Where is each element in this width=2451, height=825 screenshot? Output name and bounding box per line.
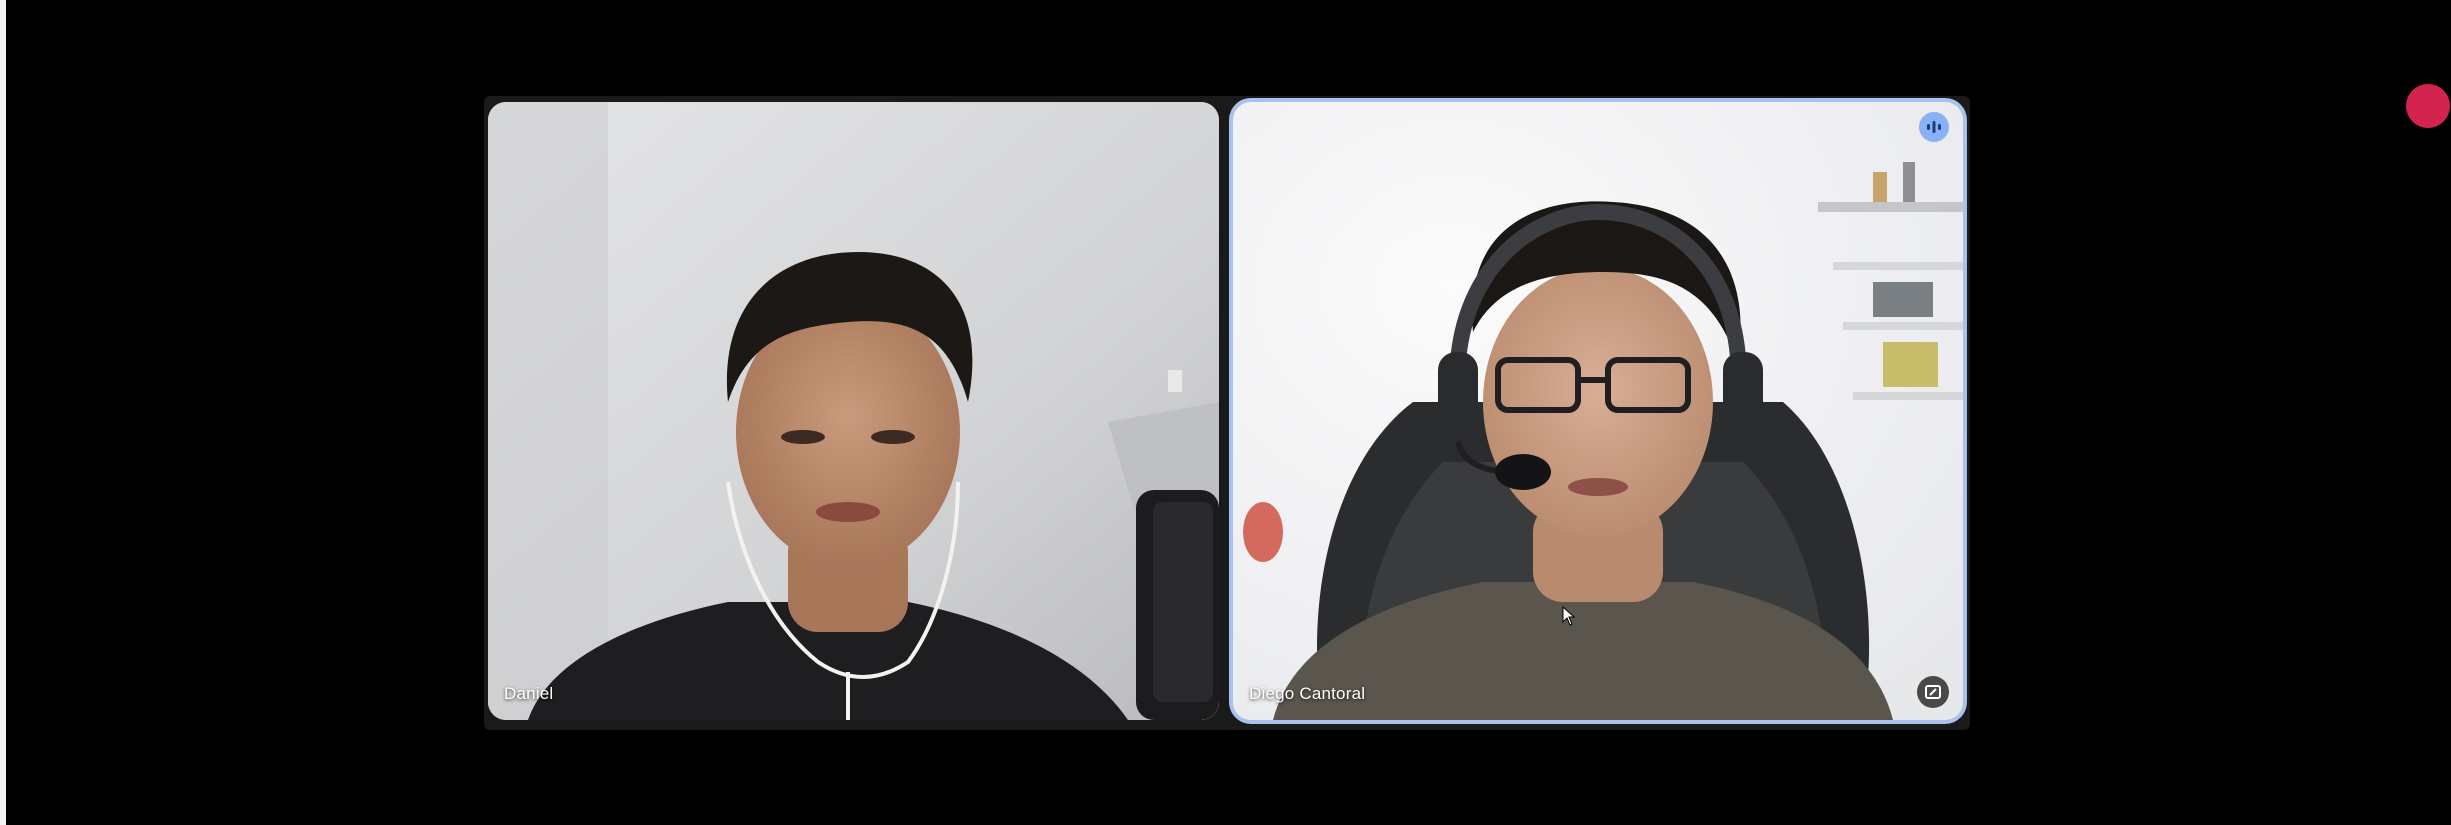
window-edge <box>0 0 6 825</box>
video-feed-diego-cantoral <box>1233 102 1963 720</box>
participant-name-label: Diego Cantoral <box>1249 684 1366 703</box>
pin-tile-icon[interactable] <box>1917 676 1949 708</box>
participant-tile-diego-cantoral[interactable]: Diego Cantoral <box>1233 102 1963 720</box>
meeting-stage: Daniel Diego Cantoral <box>0 0 2451 825</box>
participant-name-label: Daniel <box>504 684 554 703</box>
participant-tile-daniel[interactable]: Daniel <box>488 102 1219 720</box>
recording-dot-icon <box>2406 84 2450 128</box>
video-feed-daniel <box>488 102 1219 720</box>
audio-wave-icon <box>1919 112 1949 142</box>
mouse-cursor-icon <box>1562 606 1576 626</box>
